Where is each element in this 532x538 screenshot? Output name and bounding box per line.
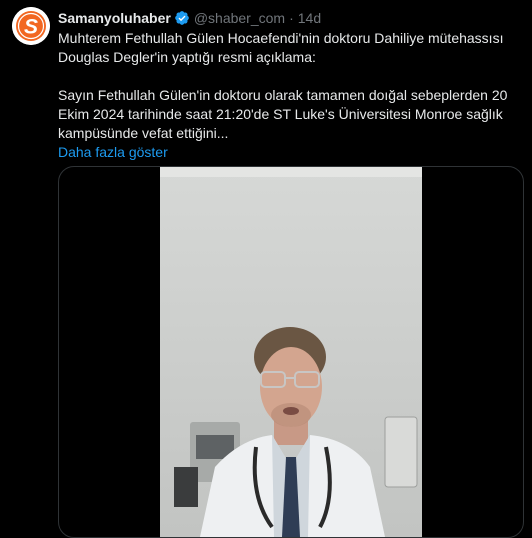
author-handle[interactable]: @shaber_com xyxy=(194,10,285,26)
separator-dot: · xyxy=(289,10,294,26)
tweet-media[interactable] xyxy=(58,166,524,538)
video-player[interactable] xyxy=(160,167,422,537)
tweet-text: Muhterem Fethullah Gülen Hocaefendi'nin … xyxy=(58,30,508,141)
tweet-timestamp[interactable]: 14d xyxy=(298,10,321,26)
tweet-header: Samanyoluhaber @shaber_com · 14d xyxy=(58,8,524,28)
tweet-content: Samanyoluhaber @shaber_com · 14d Muhtere… xyxy=(58,8,524,162)
tweet[interactable]: S Samanyoluhaber @shaber_com · 14d Muhte… xyxy=(0,0,532,538)
samanyoluhaber-logo-icon: S xyxy=(12,7,50,45)
author-name[interactable]: Samanyoluhaber xyxy=(58,10,171,26)
svg-text:S: S xyxy=(24,16,38,39)
verified-badge-icon[interactable] xyxy=(174,10,190,26)
video-frame-image xyxy=(160,167,422,537)
author-avatar[interactable]: S xyxy=(12,7,50,45)
show-more-link[interactable]: Daha fazla göster xyxy=(58,143,524,162)
